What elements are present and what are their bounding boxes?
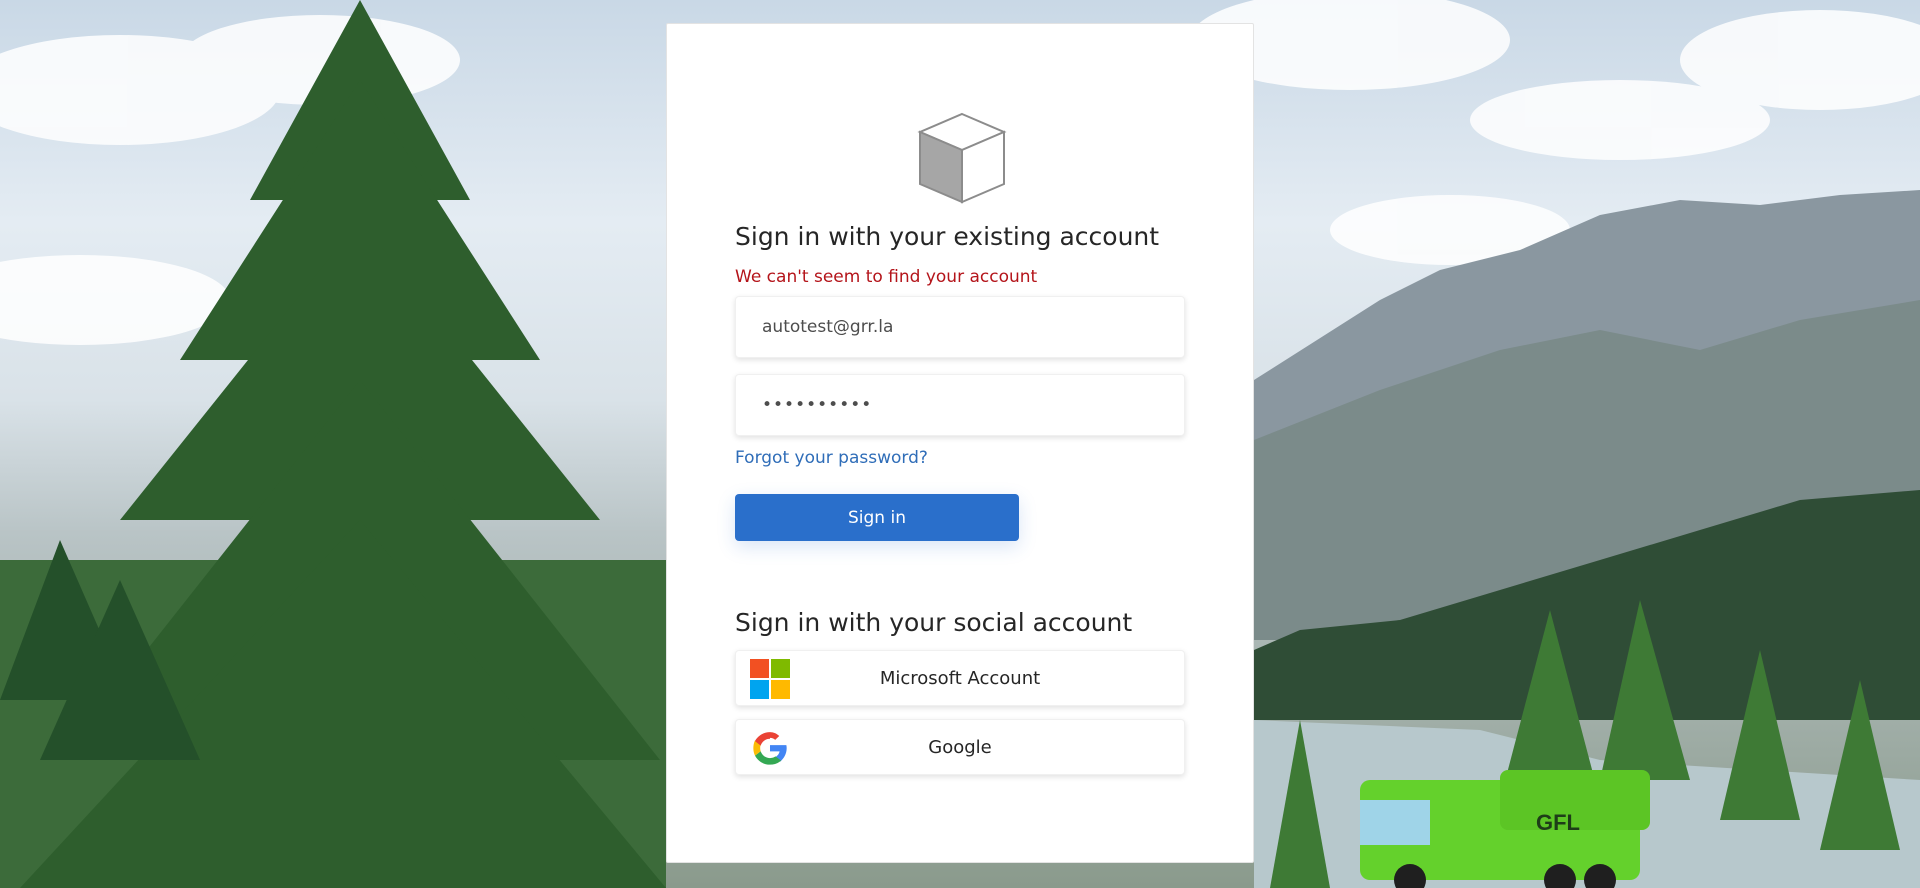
cube-icon (917, 112, 1007, 204)
garbage-truck-illustration: GFL (1360, 770, 1650, 888)
sign-in-card: Sign in with your existing account We ca… (666, 23, 1254, 863)
microsoft-account-label: Microsoft Account (879, 668, 1041, 689)
google-label: Google (928, 737, 992, 758)
password-field[interactable] (735, 374, 1185, 436)
email-field[interactable] (735, 296, 1185, 358)
microsoft-account-button[interactable]: Microsoft Account (735, 650, 1185, 706)
google-button[interactable]: Google (735, 719, 1185, 775)
forgot-password-link[interactable]: Forgot your password? (735, 448, 928, 468)
existing-account-heading: Sign in with your existing account (735, 222, 1160, 251)
social-account-heading: Sign in with your social account (735, 608, 1133, 637)
error-message: We can't seem to find your account (735, 267, 1038, 287)
sign-in-button[interactable]: Sign in (735, 494, 1019, 541)
truck-logo-text: GFL (1536, 810, 1580, 835)
